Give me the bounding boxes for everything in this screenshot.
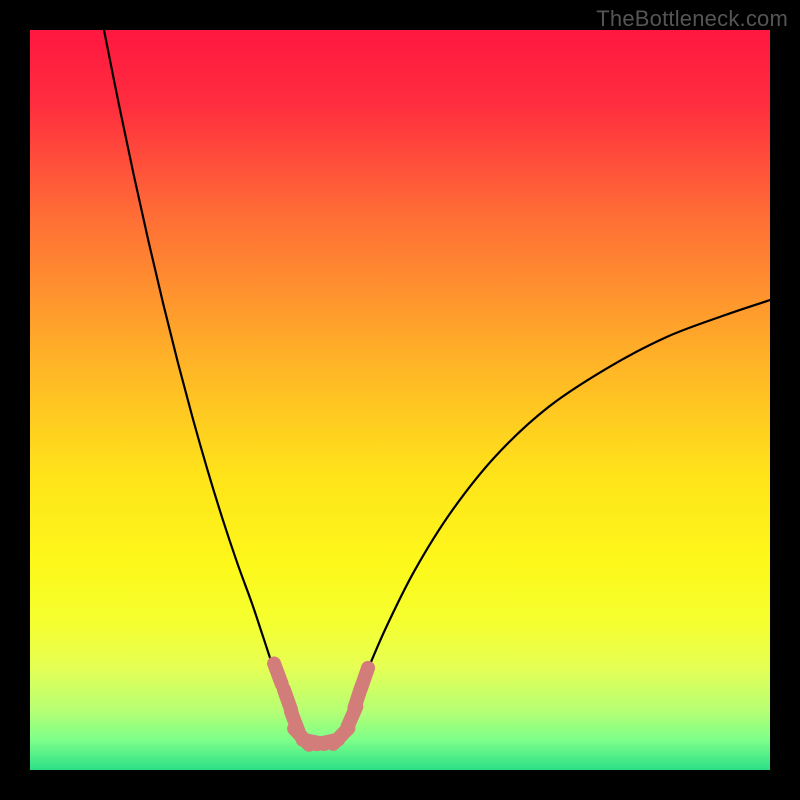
plot-area: [30, 30, 770, 770]
bottleneck-chart: [30, 30, 770, 770]
watermark-text: TheBottleneck.com: [596, 6, 788, 32]
chart-frame: TheBottleneck.com: [0, 0, 800, 800]
data-marker: [361, 668, 368, 689]
gradient-background: [30, 30, 770, 770]
data-marker: [274, 663, 282, 684]
